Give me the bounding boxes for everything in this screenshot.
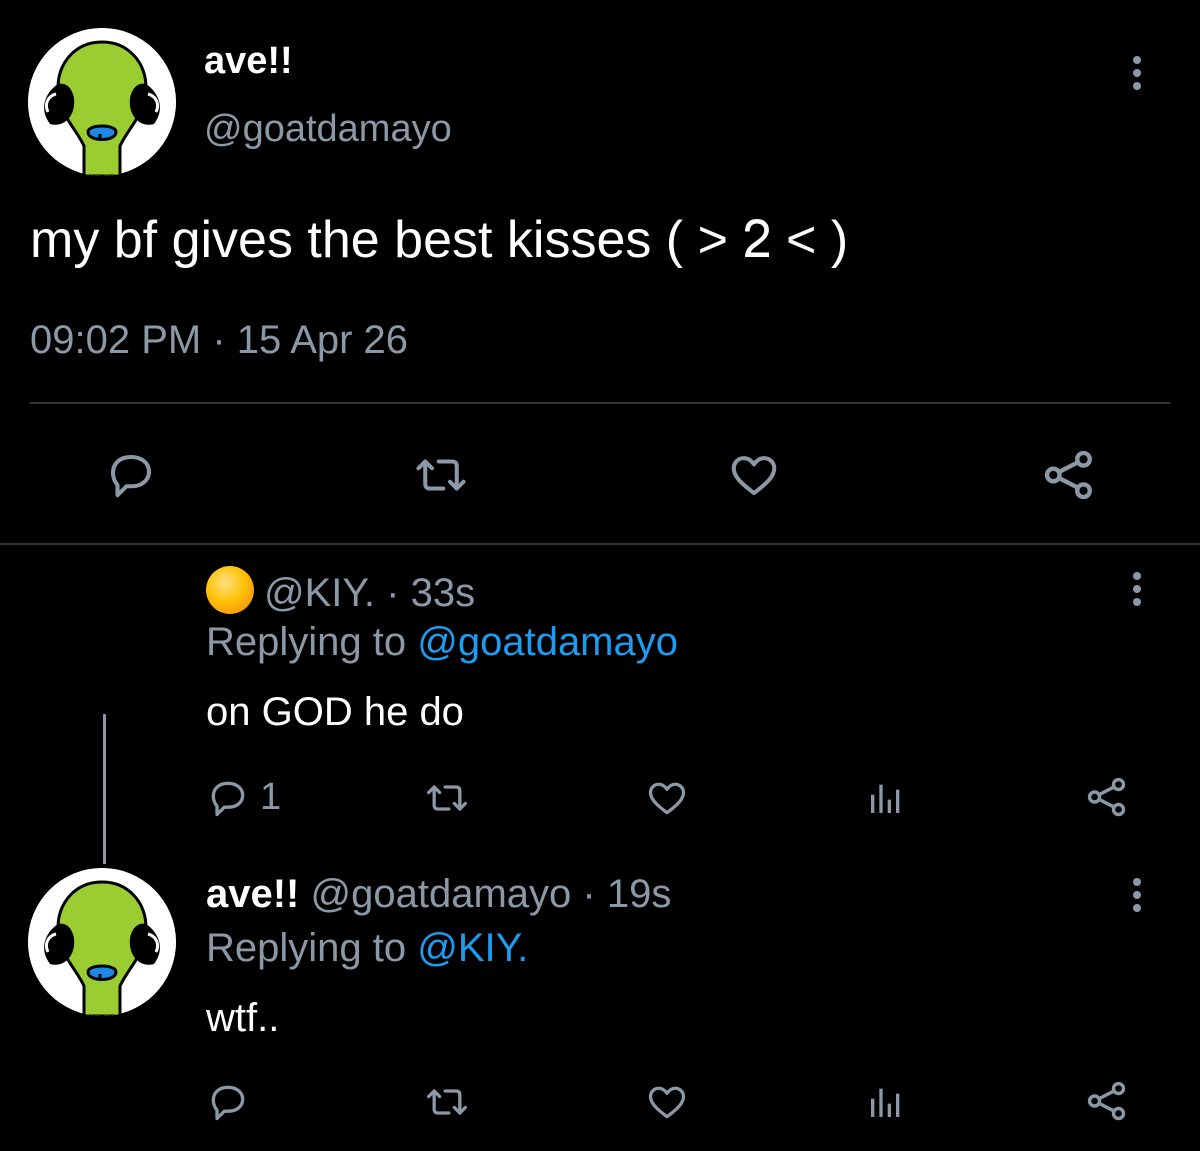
reply-display-name[interactable]: ave!! [206, 872, 299, 916]
replying-to-line: Replying to @goatdamayo [206, 620, 678, 665]
thread-connector-line [103, 714, 106, 864]
replying-to-line: Replying to @KIY. [206, 926, 528, 971]
analytics-icon[interactable] [866, 1082, 906, 1122]
retweet-icon[interactable] [408, 448, 474, 502]
reply-icon[interactable] [206, 776, 250, 820]
reply-header[interactable]: @KIY. · 33s [206, 566, 475, 615]
tweet-timestamp: 09:02 PM · 15 Apr 26 [30, 318, 408, 363]
alien-avatar-image [28, 868, 176, 1016]
like-icon[interactable] [726, 448, 782, 502]
reply-header[interactable]: ave!! @goatdamayo · 19s [206, 872, 671, 917]
reply-more-options-icon[interactable] [1131, 572, 1143, 611]
author-avatar[interactable] [28, 28, 176, 176]
share-icon[interactable] [1084, 774, 1130, 820]
section-divider [0, 543, 1200, 545]
tweet-text: my bf gives the best kisses ( > ᒿ < ) [30, 211, 849, 269]
like-icon[interactable] [644, 776, 690, 820]
replying-to-link[interactable]: @KIY. [417, 926, 528, 970]
reply-time: 19s [606, 872, 672, 916]
analytics-icon[interactable] [866, 778, 906, 818]
retweet-icon[interactable] [420, 776, 474, 820]
reply-separator: · [375, 571, 411, 615]
share-icon[interactable] [1084, 1078, 1130, 1124]
replying-prefix: Replying to [206, 620, 418, 664]
alien-avatar-image [28, 28, 176, 176]
timestamp-separator: · [212, 318, 226, 362]
reply-icon[interactable] [104, 448, 158, 502]
reply-icon[interactable] [206, 1080, 250, 1124]
reply-handle[interactable]: @goatdamayo [311, 872, 572, 916]
replying-prefix: Replying to [206, 926, 418, 970]
reply-time: 33s [410, 571, 476, 615]
retweet-icon[interactable] [420, 1080, 474, 1124]
share-icon[interactable] [1040, 446, 1098, 504]
reply-author-avatar[interactable] [28, 868, 176, 1016]
reply-text: wtf.. [206, 996, 280, 1040]
reply-count: 1 [260, 776, 282, 818]
author-display-name[interactable]: ave!! [204, 40, 293, 83]
author-handle[interactable]: @goatdamayo [204, 108, 452, 151]
like-icon[interactable] [644, 1080, 690, 1124]
tweet-more-options-icon[interactable] [1131, 56, 1143, 95]
kiy-avatar[interactable] [206, 566, 254, 614]
replying-to-link[interactable]: @goatdamayo [417, 620, 678, 664]
reply-text: on GOD he do [206, 690, 464, 734]
actions-divider [30, 402, 1170, 404]
tweet-time: 09:02 PM [30, 318, 202, 362]
reply-more-options-icon[interactable] [1131, 878, 1143, 917]
tweet-date: 15 Apr 26 [236, 318, 409, 362]
reply-separator: · [571, 872, 607, 916]
reply-handle[interactable]: @KIY. [264, 571, 375, 615]
